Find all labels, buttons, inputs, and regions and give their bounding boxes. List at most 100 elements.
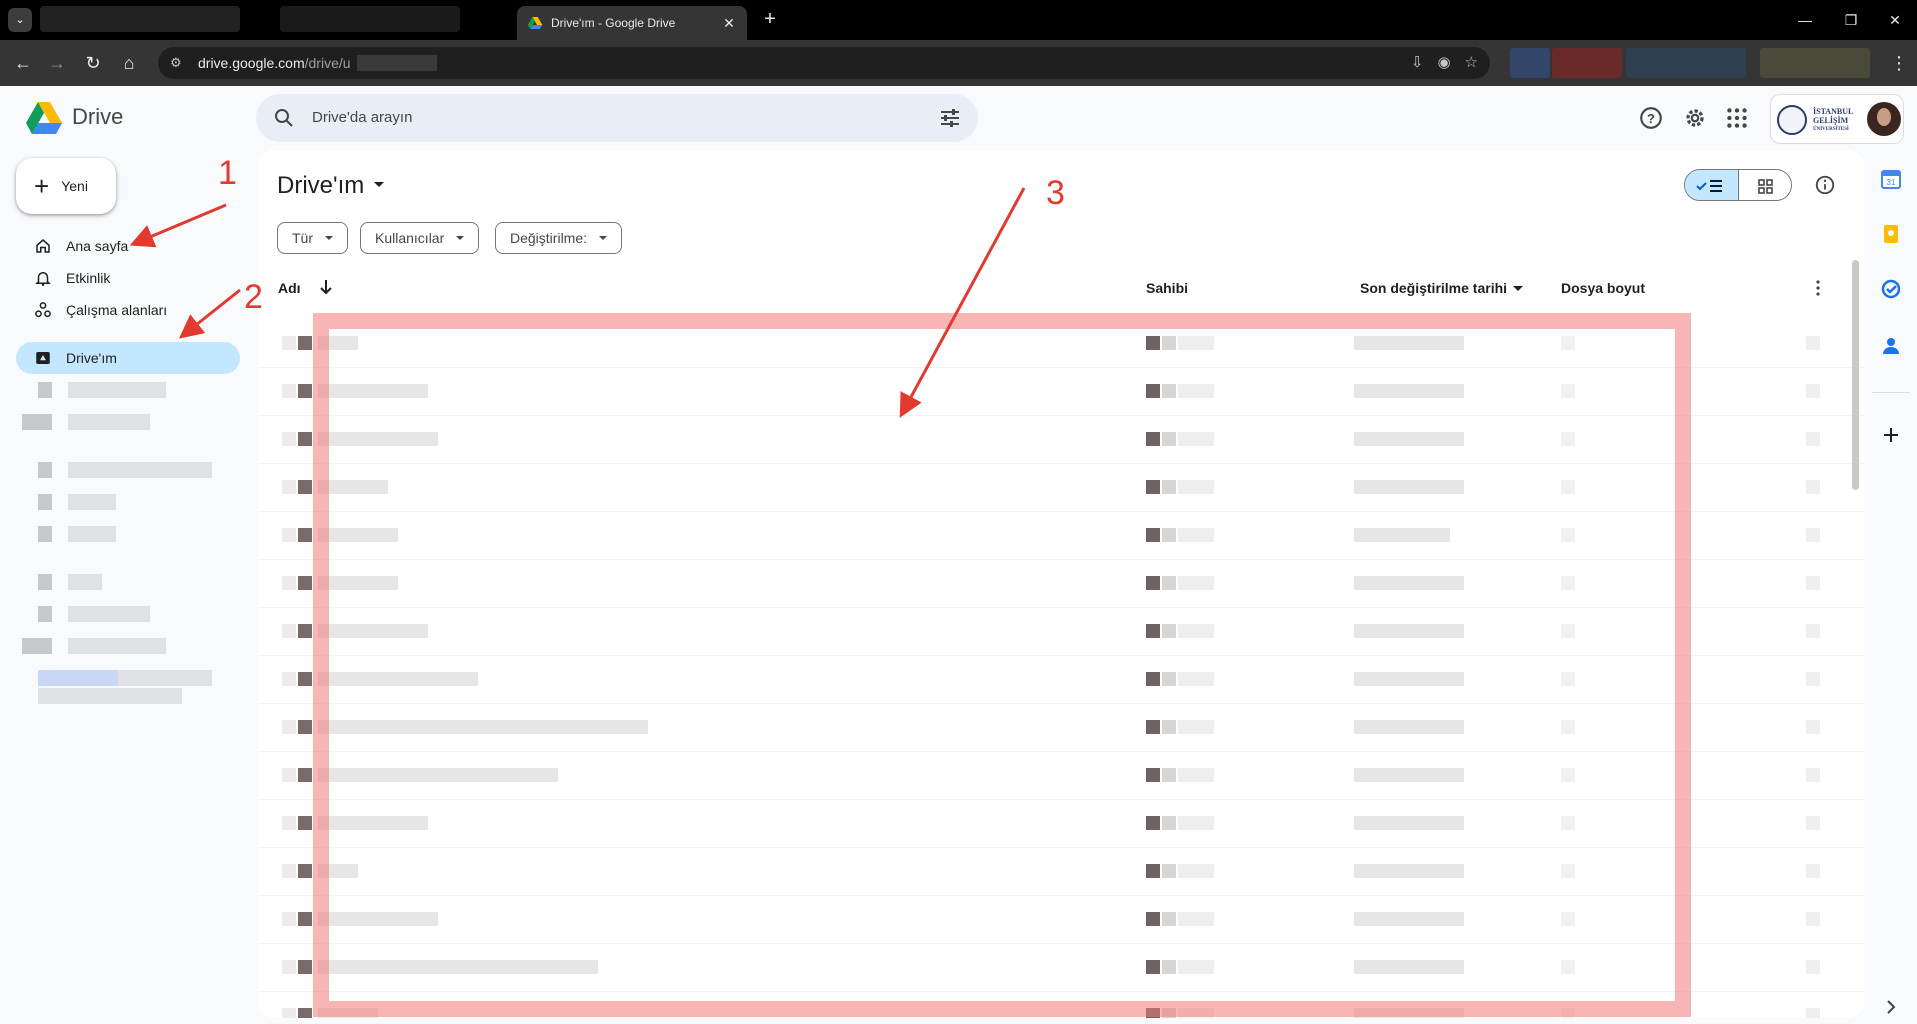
table-row[interactable] — [258, 992, 1864, 1018]
bookmark-star-icon[interactable]: ☆ — [1465, 53, 1478, 71]
column-name-header[interactable]: Adı — [278, 280, 301, 296]
table-row[interactable] — [258, 704, 1864, 752]
add-addon-icon[interactable] — [1880, 424, 1902, 446]
blurred-sidebar-icon[interactable] — [38, 494, 52, 510]
table-row[interactable] — [258, 896, 1864, 944]
active-browser-tab[interactable]: Drive'ım - Google Drive ✕ — [517, 6, 747, 40]
sidebar-item-workspaces[interactable]: Çalışma alanları — [16, 294, 240, 326]
search-input[interactable]: Drive'da arayın — [312, 109, 412, 126]
sidebar-item-home[interactable]: Ana sayfa — [16, 230, 240, 262]
filter-modified-chip[interactable]: Değiştirilme: — [495, 222, 623, 254]
column-owner-header[interactable]: Sahibi — [1146, 280, 1188, 296]
sort-arrow-down-icon[interactable] — [318, 278, 334, 296]
blurred-sidebar-item[interactable] — [68, 638, 166, 654]
help-icon[interactable]: ? — [1638, 105, 1664, 131]
table-row[interactable] — [258, 512, 1864, 560]
restore-icon[interactable]: ❐ — [1836, 8, 1866, 32]
view-toggle[interactable] — [1684, 169, 1792, 201]
blurred-sidebar-item[interactable] — [68, 462, 212, 478]
table-row[interactable] — [258, 944, 1864, 992]
blurred-sidebar-item[interactable] — [68, 494, 116, 510]
blurred-file-size — [1561, 864, 1575, 878]
blurred-sidebar-item[interactable] — [68, 526, 116, 542]
search-icon[interactable] — [272, 106, 296, 130]
blurred-sidebar-icon[interactable] — [38, 462, 52, 478]
browser-menu-icon[interactable]: ⋮ — [1886, 50, 1912, 76]
blurred-sidebar-item[interactable] — [68, 382, 166, 398]
blurred-sidebar-icon[interactable] — [22, 414, 52, 430]
extension-icon[interactable] — [1552, 48, 1622, 78]
address-bar[interactable]: ⚙ drive.google.com /drive/u ⇩ ◉ ☆ — [158, 47, 1490, 79]
sidebar-item-activity[interactable]: Etkinlik — [16, 262, 240, 294]
blurred-file-icon — [298, 960, 312, 974]
column-size-header[interactable]: Dosya boyut — [1561, 280, 1645, 296]
table-row[interactable] — [258, 368, 1864, 416]
filter-people-chip[interactable]: Kullanıcılar — [360, 222, 480, 254]
blurred-file-name — [318, 480, 388, 494]
tasks-icon[interactable] — [1880, 278, 1902, 300]
filter-type-chip[interactable]: Tür — [277, 222, 348, 254]
title-dropdown-icon[interactable] — [374, 182, 384, 187]
tab-search-button[interactable]: ⌄ — [8, 8, 32, 32]
table-row[interactable] — [258, 416, 1864, 464]
table-row[interactable] — [258, 656, 1864, 704]
forward-icon[interactable]: → — [44, 50, 70, 76]
blurred-sidebar-icon[interactable] — [38, 526, 52, 542]
blurred-sidebar-item[interactable] — [68, 574, 102, 590]
grid-view-button[interactable] — [1739, 170, 1791, 200]
extension-icon[interactable] — [1760, 48, 1870, 78]
search-bar[interactable]: Drive'da arayın — [256, 94, 978, 142]
table-row[interactable] — [258, 752, 1864, 800]
minimize-icon[interactable]: — — [1790, 8, 1820, 32]
apps-grid-icon[interactable] — [1724, 105, 1750, 131]
table-row[interactable] — [258, 608, 1864, 656]
eye-icon[interactable]: ◉ — [1437, 53, 1450, 71]
blurred-owner-name — [1178, 480, 1214, 494]
list-view-icon — [1696, 180, 1722, 192]
blurred-sidebar-item[interactable] — [68, 414, 150, 430]
install-app-icon[interactable]: ⇩ — [1411, 53, 1424, 71]
blurred-row-action — [1806, 528, 1820, 542]
back-icon[interactable]: ← — [10, 50, 36, 76]
chevron-right-icon[interactable] — [1880, 996, 1902, 1018]
blurred-file-size — [1561, 912, 1575, 926]
table-row[interactable] — [258, 848, 1864, 896]
settings-gear-icon[interactable] — [1682, 105, 1708, 131]
table-row[interactable] — [258, 464, 1864, 512]
blurred-file-icon — [298, 336, 312, 350]
new-button[interactable]: + Yeni — [16, 158, 116, 214]
extension-icon[interactable] — [1510, 48, 1550, 78]
reload-icon[interactable]: ↻ — [80, 50, 106, 76]
site-info-icon[interactable]: ⚙ — [170, 55, 190, 71]
blurred-sidebar-item[interactable] — [68, 606, 150, 622]
table-row[interactable] — [258, 560, 1864, 608]
close-window-icon[interactable]: ✕ — [1880, 8, 1910, 32]
avatar[interactable] — [1867, 102, 1901, 136]
tab-close-icon[interactable]: ✕ — [721, 15, 737, 32]
blurred-sidebar-icon[interactable] — [22, 638, 52, 654]
scrollbar[interactable] — [1852, 260, 1859, 490]
drive-logo-icon[interactable] — [26, 100, 62, 136]
blurred-sidebar-icon[interactable] — [38, 382, 52, 398]
new-tab-button[interactable]: + — [758, 8, 782, 32]
list-view-button[interactable] — [1685, 170, 1739, 200]
calendar-icon[interactable]: 31 — [1880, 168, 1902, 190]
sidebar-item-my-drive[interactable]: Drive'ım — [16, 342, 240, 374]
keep-icon[interactable] — [1880, 223, 1902, 245]
info-icon[interactable] — [1814, 174, 1836, 196]
column-modified-header[interactable]: Son değiştirilme tarihi — [1360, 280, 1524, 296]
more-options-icon[interactable] — [1808, 278, 1828, 298]
search-options-icon[interactable] — [938, 106, 962, 130]
extension-icon[interactable] — [1626, 48, 1746, 78]
blurred-sidebar-icon[interactable] — [38, 606, 52, 622]
table-row[interactable] — [258, 800, 1864, 848]
page-title[interactable]: Drive'ım — [277, 172, 364, 200]
blurred-sidebar-icon[interactable] — [38, 574, 52, 590]
blurred-tab[interactable] — [40, 6, 240, 32]
blurred-tab[interactable] — [280, 6, 460, 32]
table-row[interactable] — [258, 320, 1864, 368]
account-switcher[interactable]: İSTANBUL GELİŞİM ÜNİVERSİTESİ — [1770, 94, 1904, 144]
blurred-file-icon — [282, 960, 296, 974]
home-browser-icon[interactable]: ⌂ — [116, 50, 142, 76]
contacts-icon[interactable] — [1880, 334, 1902, 356]
